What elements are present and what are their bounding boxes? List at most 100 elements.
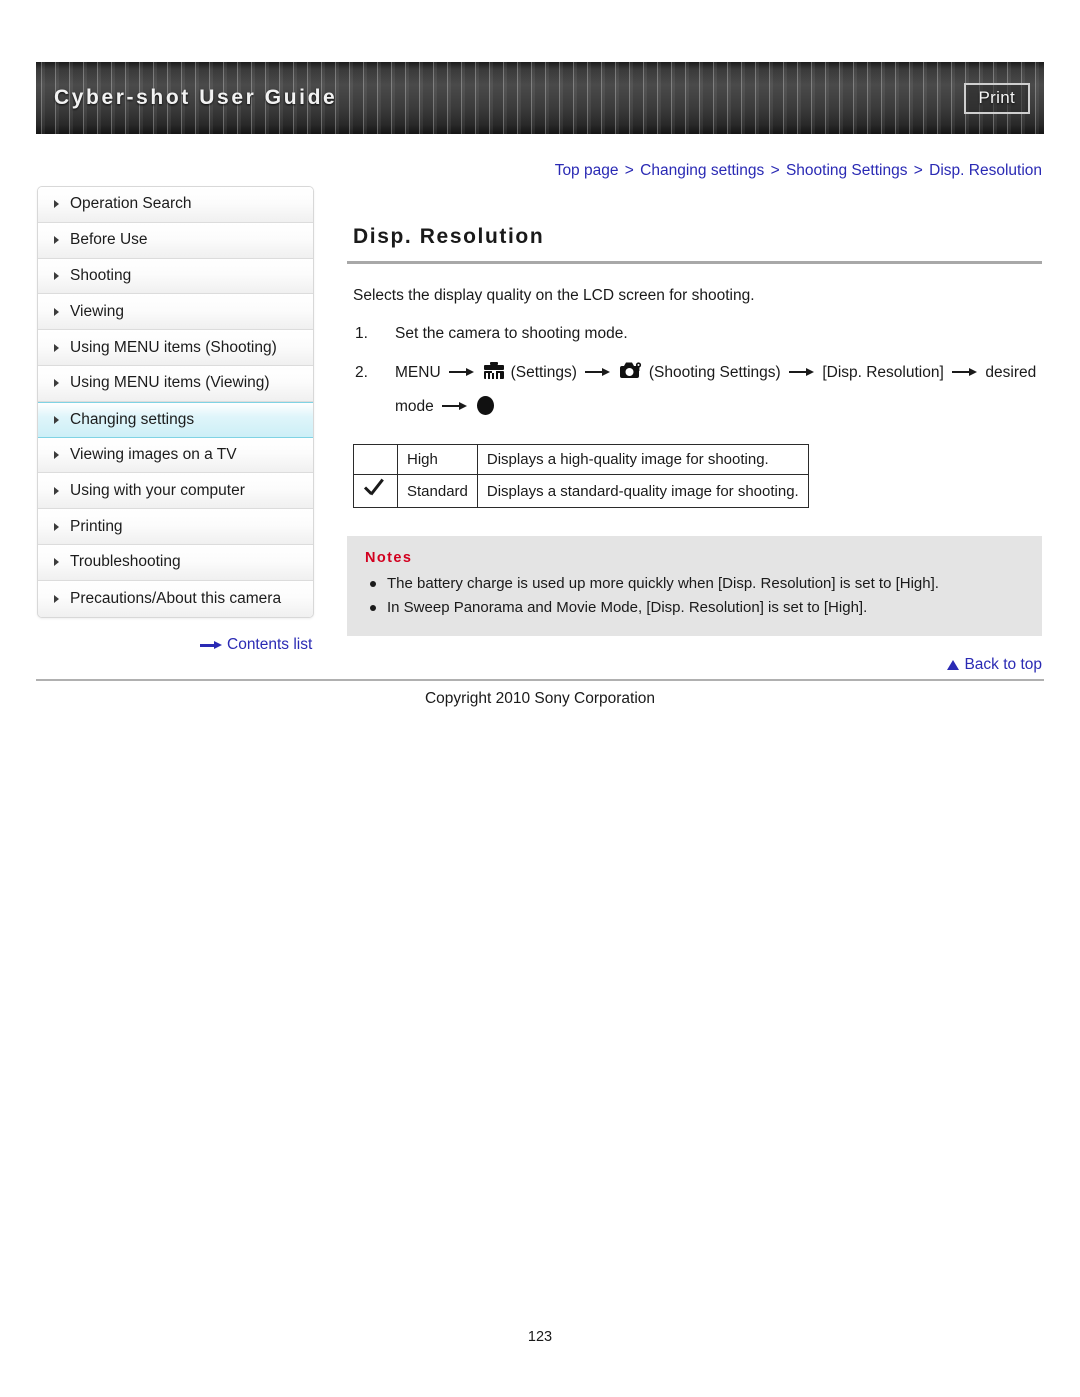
- sidebar-item-operation-search[interactable]: Operation Search: [38, 187, 313, 223]
- checkmark-icon: [363, 479, 389, 499]
- contents-list-link[interactable]: Contents list: [200, 636, 312, 654]
- header-banner: Cyber-shot User Guide Print: [36, 62, 1044, 134]
- breadcrumb-item-shooting-settings[interactable]: Shooting Settings: [786, 162, 908, 179]
- triangle-right-icon: [54, 236, 59, 245]
- triangle-right-icon: [54, 558, 59, 567]
- arrow-right-icon: [585, 367, 611, 376]
- mode-label: mode: [395, 398, 434, 415]
- intro-text: Selects the display quality on the LCD s…: [353, 287, 755, 304]
- disp-resolution-item-label: [Disp. Resolution]: [822, 364, 944, 381]
- copyright-text: Copyright 2010 Sony Corporation: [424, 690, 656, 707]
- sidebar-item-viewing[interactable]: Viewing: [38, 294, 313, 331]
- breadcrumb-separator: >: [624, 162, 634, 179]
- triangle-right-icon: [54, 415, 59, 424]
- triangle-right-icon: [54, 200, 59, 209]
- toolbox-settings-icon: [483, 361, 505, 392]
- triangle-right-icon: [54, 343, 59, 352]
- triangle-right-icon: [54, 450, 59, 459]
- sidebar-item-precautions-about-this-camera[interactable]: Precautions/About this camera: [38, 580, 313, 617]
- triangle-right-icon: [54, 594, 59, 603]
- step-number: 2.: [355, 364, 368, 381]
- steps-list: 1. Set the camera to shooting mode. 2. M…: [347, 319, 1042, 422]
- note-item: In Sweep Panorama and Movie Mode, [Disp.…: [365, 596, 1024, 620]
- sidebar-item-label: Shooting: [70, 266, 132, 284]
- step-text: Set the camera to shooting mode.: [395, 325, 628, 342]
- sidebar-item-viewing-images-on-a-tv[interactable]: Viewing images on a TV: [38, 437, 313, 474]
- triangle-right-icon: [54, 379, 59, 388]
- camera-shooting-settings-icon: [619, 361, 644, 392]
- sidebar-item-using-with-your-computer[interactable]: Using with your computer: [38, 473, 313, 510]
- option-description: Displays a high-quality image for shooti…: [476, 444, 809, 475]
- breadcrumb-item-top-page[interactable]: Top page: [555, 162, 619, 179]
- bullet-icon: [370, 581, 376, 587]
- step-menu-label: MENU: [395, 364, 441, 381]
- sidebar-item-printing[interactable]: Printing: [38, 509, 313, 545]
- notes-box: Notes The battery charge is used up more…: [347, 536, 1042, 636]
- back-to-top-label: Back to top: [964, 656, 1042, 673]
- app-title: Cyber-shot User Guide: [54, 86, 338, 109]
- step-number: 1.: [355, 325, 368, 342]
- title-divider: [347, 261, 1042, 264]
- default-indicator-cell: [353, 474, 398, 508]
- sidebar-item-label: Printing: [70, 517, 123, 535]
- center-button-icon: [477, 396, 495, 415]
- breadcrumb-separator: >: [913, 162, 923, 179]
- option-description: Displays a standard-quality image for sh…: [476, 474, 809, 508]
- sidebar-item-label: Using MENU items (Shooting): [70, 338, 277, 356]
- sidebar-item-label: Before Use: [70, 231, 148, 249]
- back-to-top-link[interactable]: Back to top: [900, 656, 1042, 674]
- breadcrumb-item-changing-settings[interactable]: Changing settings: [640, 162, 764, 179]
- breadcrumb-item-disp-resolution[interactable]: Disp. Resolution: [929, 162, 1042, 179]
- shooting-settings-label: (Shooting Settings): [648, 364, 781, 381]
- arrow-right-icon: [442, 401, 468, 410]
- page-number: 123: [527, 1329, 553, 1345]
- sidebar-item-label: Using with your computer: [70, 481, 245, 499]
- table-row: Standard Displays a standard-quality ima…: [353, 474, 809, 508]
- arrow-right-icon: [200, 640, 222, 650]
- note-item: The battery charge is used up more quick…: [365, 572, 1024, 596]
- sidebar-item-before-use[interactable]: Before Use: [38, 222, 313, 259]
- sidebar-item-label: Viewing images on a TV: [70, 445, 237, 463]
- sidebar-nav: Operation Search Before Use Shooting Vie…: [37, 186, 314, 618]
- note-text: The battery charge is used up more quick…: [387, 575, 939, 592]
- sidebar-item-using-menu-items-viewing[interactable]: Using MENU items (Viewing): [38, 365, 313, 402]
- page-root: Cyber-shot User Guide Print Top page > C…: [0, 0, 1080, 1397]
- breadcrumb-separator: >: [770, 162, 780, 179]
- note-text: In Sweep Panorama and Movie Mode, [Disp.…: [387, 599, 868, 616]
- sidebar-item-label: Precautions/About this camera: [70, 589, 282, 607]
- triangle-right-icon: [54, 271, 59, 280]
- option-name: High: [397, 444, 478, 475]
- sidebar-item-label: Operation Search: [70, 195, 192, 213]
- sidebar-item-label: Viewing: [70, 302, 125, 320]
- desired-label: desired: [985, 364, 1037, 381]
- sidebar-item-troubleshooting[interactable]: Troubleshooting: [38, 544, 313, 581]
- arrow-right-icon: [789, 367, 814, 376]
- sidebar-item-shooting[interactable]: Shooting: [38, 258, 313, 295]
- contents-list-label: Contents list: [227, 636, 313, 653]
- default-indicator-cell: [353, 444, 398, 475]
- triangle-right-icon: [54, 307, 59, 316]
- notes-list: The battery charge is used up more quick…: [365, 572, 1024, 620]
- page-title: Disp. Resolution: [353, 225, 545, 248]
- sidebar-item-changing-settings[interactable]: Changing settings: [38, 401, 313, 438]
- option-name: Standard: [397, 474, 478, 508]
- sidebar-item-using-menu-items-shooting[interactable]: Using MENU items (Shooting): [38, 330, 313, 366]
- step-item-1: 1. Set the camera to shooting mode.: [347, 319, 1042, 349]
- arrow-right-icon: [952, 367, 978, 376]
- options-table: High Displays a high-quality image for s…: [353, 444, 809, 508]
- breadcrumb: Top page > Changing settings > Shooting …: [347, 162, 1042, 180]
- main-content: Disp. Resolution Selects the display qua…: [347, 225, 1042, 636]
- step-item-2: 2. MENU (Settings) (Shooting Settings) […: [347, 358, 1042, 422]
- print-button[interactable]: Print: [963, 82, 1030, 114]
- triangle-up-icon: [947, 660, 960, 670]
- bullet-icon: [370, 605, 376, 611]
- triangle-right-icon: [54, 522, 59, 531]
- notes-title: Notes: [365, 550, 413, 566]
- sidebar-item-label: Using MENU items (Viewing): [70, 374, 270, 392]
- arrow-right-icon: [448, 367, 474, 376]
- table-row: High Displays a high-quality image for s…: [353, 444, 809, 475]
- settings-label: (Settings): [510, 364, 577, 381]
- sidebar-item-label: Changing settings: [70, 410, 195, 428]
- triangle-right-icon: [54, 486, 59, 495]
- sidebar-item-label: Troubleshooting: [70, 553, 181, 571]
